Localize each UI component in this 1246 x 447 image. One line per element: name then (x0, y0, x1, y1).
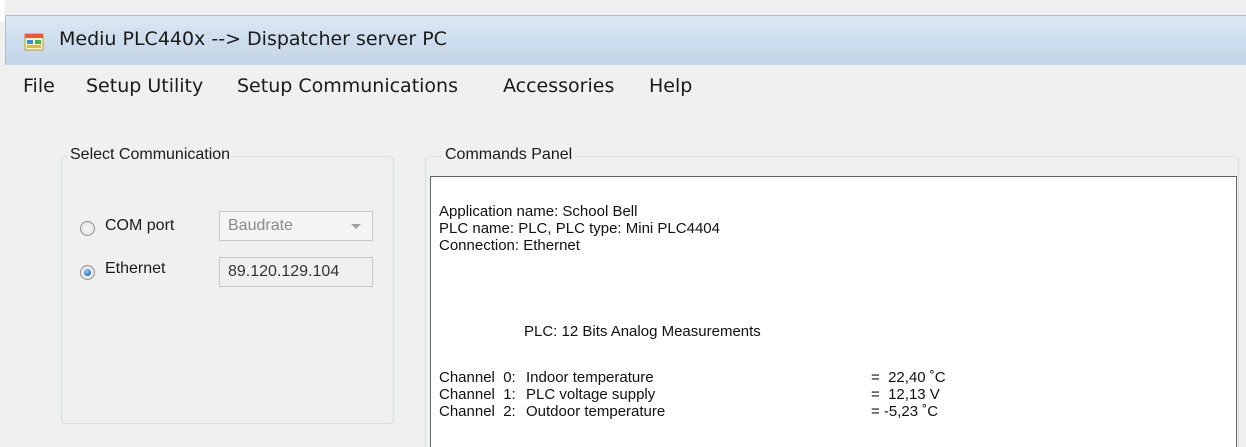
commands-output-box[interactable]: Application name: School Bell PLC name: … (430, 176, 1237, 447)
application-name-line: Application name: School Bell (439, 203, 638, 220)
select-communication-title: Select Communication (67, 146, 234, 164)
menu-setup-utility[interactable]: Setup Utility (86, 75, 203, 97)
baudrate-placeholder: Baudrate (228, 217, 293, 234)
menu-help[interactable]: Help (649, 75, 692, 97)
channel-1-value: = 12,13 V (871, 386, 940, 403)
com-port-radio[interactable] (80, 221, 95, 236)
ip-address-field[interactable]: 89.120.129.104 (219, 257, 373, 287)
com-port-label[interactable]: COM port (105, 217, 174, 235)
baudrate-dropdown[interactable]: Baudrate (219, 211, 373, 241)
commands-panel-title: Commands Panel (442, 146, 576, 164)
chevron-down-icon[interactable] (351, 224, 361, 229)
channel-0-name: Indoor temperature (526, 369, 654, 386)
radio-selected-dot (84, 269, 91, 276)
application-window: Mediu PLC440x --> Dispatcher server PC F… (0, 0, 1246, 447)
connection-line: Connection: Ethernet (439, 237, 580, 254)
channel-1-id: Channel 1: (439, 386, 516, 403)
ethernet-radio[interactable] (80, 265, 95, 280)
menu-bar: File Setup Utility Setup Communications … (5, 66, 1246, 106)
plc-name-line: PLC name: PLC, PLC type: Mini PLC4404 (439, 220, 720, 237)
menu-accessories[interactable]: Accessories (503, 75, 614, 97)
channel-1-name: PLC voltage supply (526, 386, 656, 403)
select-communication-group (61, 156, 394, 424)
title-bar[interactable]: Mediu PLC440x --> Dispatcher server PC (5, 15, 1246, 65)
measurements-header: PLC: 12 Bits Analog Measurements (524, 323, 761, 340)
menu-setup-communications[interactable]: Setup Communications (237, 75, 458, 97)
channel-0-id: Channel 0: (439, 369, 516, 386)
ip-address-value: 89.120.129.104 (228, 263, 340, 280)
window-title: Mediu PLC440x --> Dispatcher server PC (59, 28, 447, 50)
window-app-icon[interactable] (24, 32, 44, 52)
menu-file[interactable]: File (23, 75, 55, 97)
ethernet-label[interactable]: Ethernet (105, 260, 165, 278)
channel-2-id: Channel 2: (439, 403, 516, 420)
channel-2-value: = -5,23 ˚C (871, 403, 939, 420)
channel-2-name: Outdoor temperature (526, 403, 666, 420)
channel-0-value: = 22,40 ˚C (871, 369, 946, 386)
